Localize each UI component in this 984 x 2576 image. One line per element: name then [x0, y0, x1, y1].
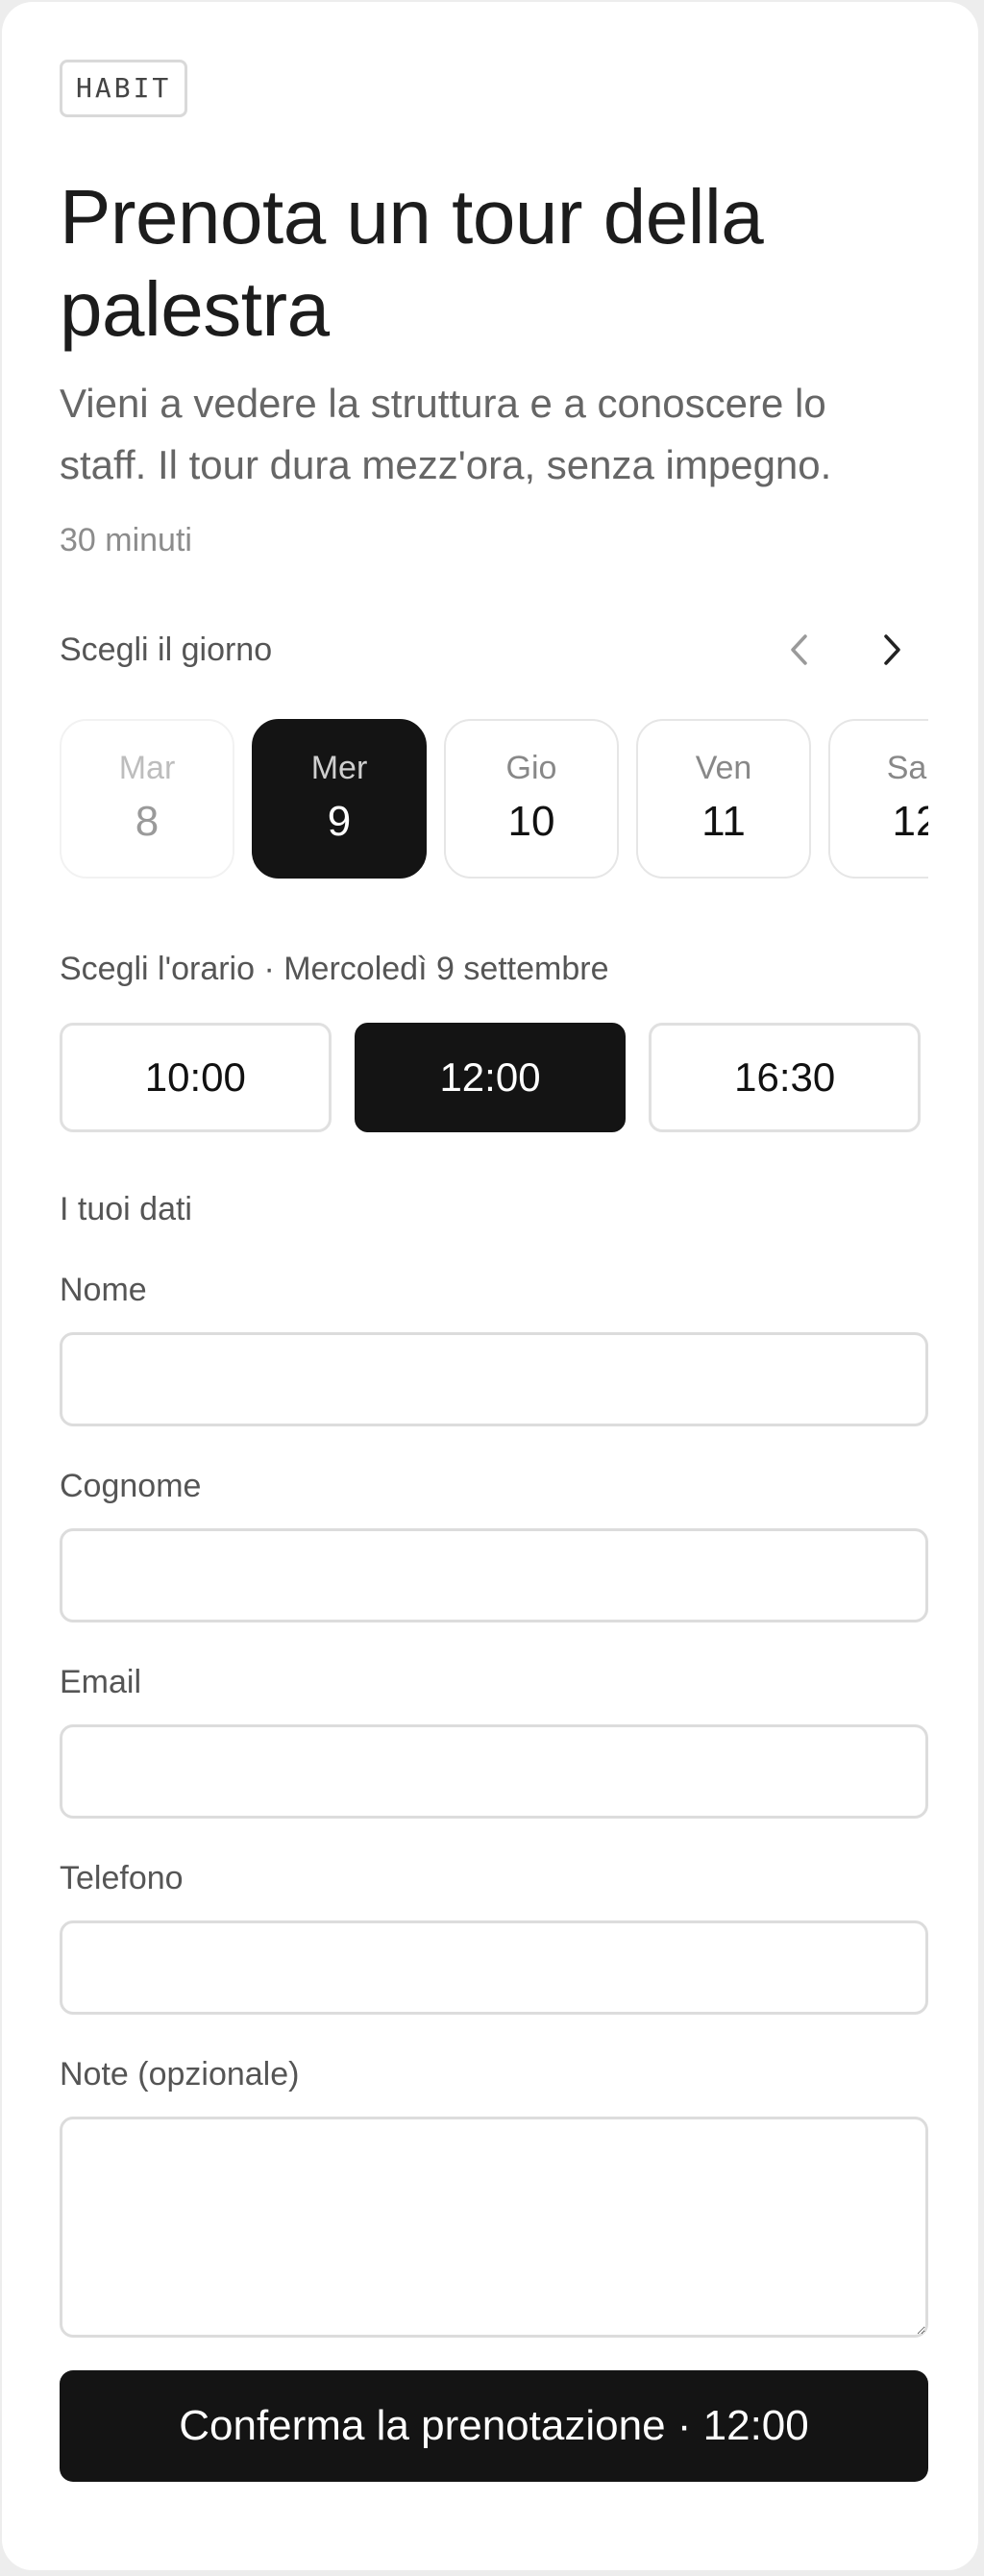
prev-days-button[interactable]: [775, 625, 824, 675]
day-option-gio-10[interactable]: Gio 10: [444, 719, 619, 879]
day-name: Mer: [310, 750, 368, 786]
tour-duration: 30 minuti: [60, 522, 192, 558]
email-label: Email: [60, 1664, 142, 1700]
brand-logo: HABIT: [60, 60, 188, 117]
first-name-input[interactable]: [60, 1332, 928, 1426]
day-nav: [775, 625, 917, 675]
first-name-label: Nome: [60, 1272, 147, 1308]
day-picker-label: Scegli il giorno: [60, 632, 273, 668]
day-option-mer-9[interactable]: Mer 9: [252, 719, 427, 879]
day-name: Ven: [695, 750, 752, 786]
day-number: 12: [892, 798, 928, 845]
confirm-booking-button[interactable]: Conferma la prenotazione · 12:00: [60, 2370, 928, 2482]
day-number: 8: [135, 798, 160, 845]
day-picker-header: Scegli il giorno: [60, 629, 921, 671]
day-name: Gio: [505, 750, 557, 786]
email-input[interactable]: [60, 1724, 928, 1819]
chevron-right-icon: [884, 634, 900, 665]
phone-input[interactable]: [60, 1920, 928, 2015]
day-strip: Mar 8 Mer 9 Gio 10 Ven 11 Sab 12: [60, 719, 928, 879]
notes-textarea[interactable]: [60, 2117, 928, 2338]
day-number: 11: [701, 798, 746, 845]
day-option-mar-8[interactable]: Mar 8: [60, 719, 234, 879]
day-number: 9: [327, 798, 352, 845]
time-slot-1630[interactable]: 16:30: [649, 1023, 922, 1132]
next-days-button[interactable]: [867, 625, 917, 675]
time-slots: 10:00 12:00 16:30: [60, 1023, 922, 1132]
time-picker-label: Scegli l'orario · Mercoledì 9 settembre: [60, 951, 609, 987]
day-option-sab-12[interactable]: Sab 12: [828, 719, 928, 879]
time-slot-1200[interactable]: 12:00: [354, 1023, 627, 1132]
personal-data-label: I tuoi dati: [60, 1191, 192, 1227]
day-option-ven-11[interactable]: Ven 11: [636, 719, 811, 879]
day-number: 10: [507, 798, 555, 845]
page-title: Prenota un tour della palestra: [60, 174, 764, 352]
phone-label: Telefono: [60, 1860, 184, 1896]
time-slot-1000[interactable]: 10:00: [60, 1023, 332, 1132]
day-name: Sab: [886, 750, 928, 786]
notes-label: Note (opzionale): [60, 2056, 300, 2093]
last-name-input[interactable]: [60, 1528, 928, 1622]
chevron-left-icon: [791, 634, 807, 665]
booking-card: HABIT Prenota un tour della palestra Vie…: [2, 2, 978, 2570]
last-name-label: Cognome: [60, 1468, 202, 1504]
day-name: Mar: [118, 750, 176, 786]
page-subtitle: Vieni a vedere la struttura e a conoscer…: [60, 381, 832, 487]
